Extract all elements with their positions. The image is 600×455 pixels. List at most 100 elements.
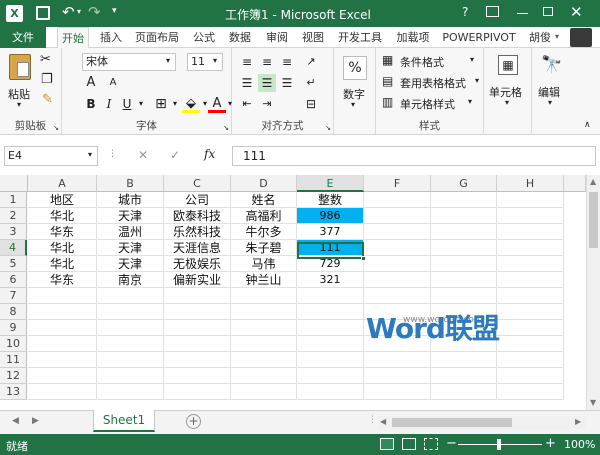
cell-a7[interactable]: [28, 288, 97, 304]
zoom-slider-thumb[interactable]: [497, 439, 501, 450]
row-header-9[interactable]: 9: [0, 320, 27, 336]
conditional-format-button[interactable]: 条件格式: [400, 54, 444, 70]
cell-f12[interactable]: [364, 368, 431, 384]
increase-font-button[interactable]: A: [82, 74, 100, 92]
cell-a11[interactable]: [28, 352, 97, 368]
cell-f13[interactable]: [364, 384, 431, 400]
cell-d13[interactable]: [231, 384, 297, 400]
cell-e7[interactable]: [297, 288, 364, 304]
cell-c9[interactable]: [164, 320, 231, 336]
ribbon-display-icon[interactable]: [486, 6, 499, 17]
cell-h3[interactable]: [497, 224, 564, 240]
cell-g11[interactable]: [431, 352, 497, 368]
cell-b2[interactable]: 天津: [97, 208, 164, 224]
row-header-6[interactable]: 6: [0, 272, 27, 288]
cell-h11[interactable]: [497, 352, 564, 368]
cell-styles-dropdown-icon[interactable]: ▾: [468, 97, 472, 106]
cell-a2[interactable]: 华北: [28, 208, 97, 224]
redo-icon[interactable]: ↷: [88, 3, 101, 21]
column-header-c[interactable]: C: [164, 175, 231, 192]
cell-g5[interactable]: [431, 256, 497, 272]
cell-e13[interactable]: [297, 384, 364, 400]
format-table-dropdown-icon[interactable]: ▾: [475, 76, 479, 85]
cell-g4[interactable]: [431, 240, 497, 256]
row-header-5[interactable]: 5: [0, 256, 27, 272]
cell-f5[interactable]: [364, 256, 431, 272]
underline-dropdown-icon[interactable]: ▾: [132, 95, 150, 113]
cut-icon[interactable]: ✂: [40, 52, 51, 67]
save-icon[interactable]: [36, 6, 50, 20]
cells-dropdown-icon[interactable]: ▾: [505, 98, 509, 107]
column-header-h[interactable]: H: [497, 175, 564, 192]
column-header-d[interactable]: D: [231, 175, 297, 192]
cell-f7[interactable]: [364, 288, 431, 304]
cell-h2[interactable]: [497, 208, 564, 224]
enter-icon[interactable]: ✓: [170, 148, 180, 162]
font-name-dropdown-icon[interactable]: ▾: [166, 56, 170, 65]
horizontal-scrollbar[interactable]: ◀ ▶: [378, 416, 586, 429]
zoom-level[interactable]: 100%: [564, 438, 595, 451]
vertical-scrollbar[interactable]: ▲ ▼: [586, 175, 600, 410]
page-break-view-icon[interactable]: [424, 438, 438, 450]
close-icon[interactable]: ✕: [570, 3, 583, 21]
cell-d7[interactable]: [231, 288, 297, 304]
fill-handle[interactable]: [361, 256, 366, 261]
user-dropdown-icon[interactable]: ▾: [555, 32, 559, 41]
tab-page-layout[interactable]: 页面布局: [131, 27, 183, 48]
cell-g12[interactable]: [431, 368, 497, 384]
tab-data[interactable]: 数据: [225, 27, 255, 48]
align-right-icon[interactable]: ☰: [278, 74, 296, 92]
cell-e9[interactable]: [297, 320, 364, 336]
column-header-e[interactable]: E: [297, 175, 364, 192]
restore-icon[interactable]: [543, 7, 553, 16]
cell-d12[interactable]: [231, 368, 297, 384]
row-header-3[interactable]: 3: [0, 224, 27, 240]
cell-h13[interactable]: [497, 384, 564, 400]
paste-dropdown-icon[interactable]: ▾: [17, 100, 21, 109]
cell-b9[interactable]: [97, 320, 164, 336]
alignment-launcher-icon[interactable]: ↘: [325, 124, 331, 132]
cell-d1[interactable]: 姓名: [231, 192, 297, 208]
cell-c1[interactable]: 公司: [164, 192, 231, 208]
cell-d8[interactable]: [231, 304, 297, 320]
normal-view-icon[interactable]: [380, 438, 394, 450]
customize-qat-icon[interactable]: ▾: [112, 6, 117, 16]
insert-function-icon[interactable]: fx: [204, 147, 215, 161]
row-header-8[interactable]: 8: [0, 304, 27, 320]
cell-a6[interactable]: 华东: [28, 272, 97, 288]
cell-e12[interactable]: [297, 368, 364, 384]
clipboard-launcher-icon[interactable]: ↘: [53, 124, 59, 132]
avatar[interactable]: [570, 28, 592, 47]
cell-h8[interactable]: [497, 304, 564, 320]
cell-h9[interactable]: [497, 320, 564, 336]
tab-powerpivot[interactable]: POWERPIVOT: [439, 27, 519, 48]
undo-dropdown-icon[interactable]: ▾: [77, 7, 81, 16]
cell-g1[interactable]: [431, 192, 497, 208]
merge-center-icon[interactable]: ⊟: [302, 95, 320, 113]
cell-d2[interactable]: 高福利: [231, 208, 297, 224]
cell-f1[interactable]: [364, 192, 431, 208]
cell-d11[interactable]: [231, 352, 297, 368]
tab-file[interactable]: 文件: [0, 27, 46, 48]
column-header-i[interactable]: [564, 175, 586, 192]
font-size-select[interactable]: 11: [187, 53, 223, 71]
cell-e6[interactable]: 321: [297, 272, 364, 288]
cell-g2[interactable]: [431, 208, 497, 224]
cell-e2[interactable]: 986: [297, 208, 364, 224]
cell-styles-button[interactable]: 单元格样式: [400, 96, 455, 112]
cell-c2[interactable]: 欧泰科技: [164, 208, 231, 224]
cell-d6[interactable]: 钟兰山: [231, 272, 297, 288]
cell-d10[interactable]: [231, 336, 297, 352]
cell-g13[interactable]: [431, 384, 497, 400]
cell-h10[interactable]: [497, 336, 564, 352]
formula-input[interactable]: 111: [232, 146, 596, 166]
row-header-1[interactable]: 1: [0, 192, 27, 208]
row-header-4[interactable]: 4: [0, 240, 27, 256]
scroll-up-icon[interactable]: ▲: [590, 177, 596, 186]
italic-button[interactable]: I: [100, 95, 118, 113]
cell-c10[interactable]: [164, 336, 231, 352]
format-table-button[interactable]: 套用表格格式: [400, 75, 466, 91]
cell-c7[interactable]: [164, 288, 231, 304]
row-header-2[interactable]: 2: [0, 208, 27, 224]
font-launcher-icon[interactable]: ↘: [223, 124, 229, 132]
